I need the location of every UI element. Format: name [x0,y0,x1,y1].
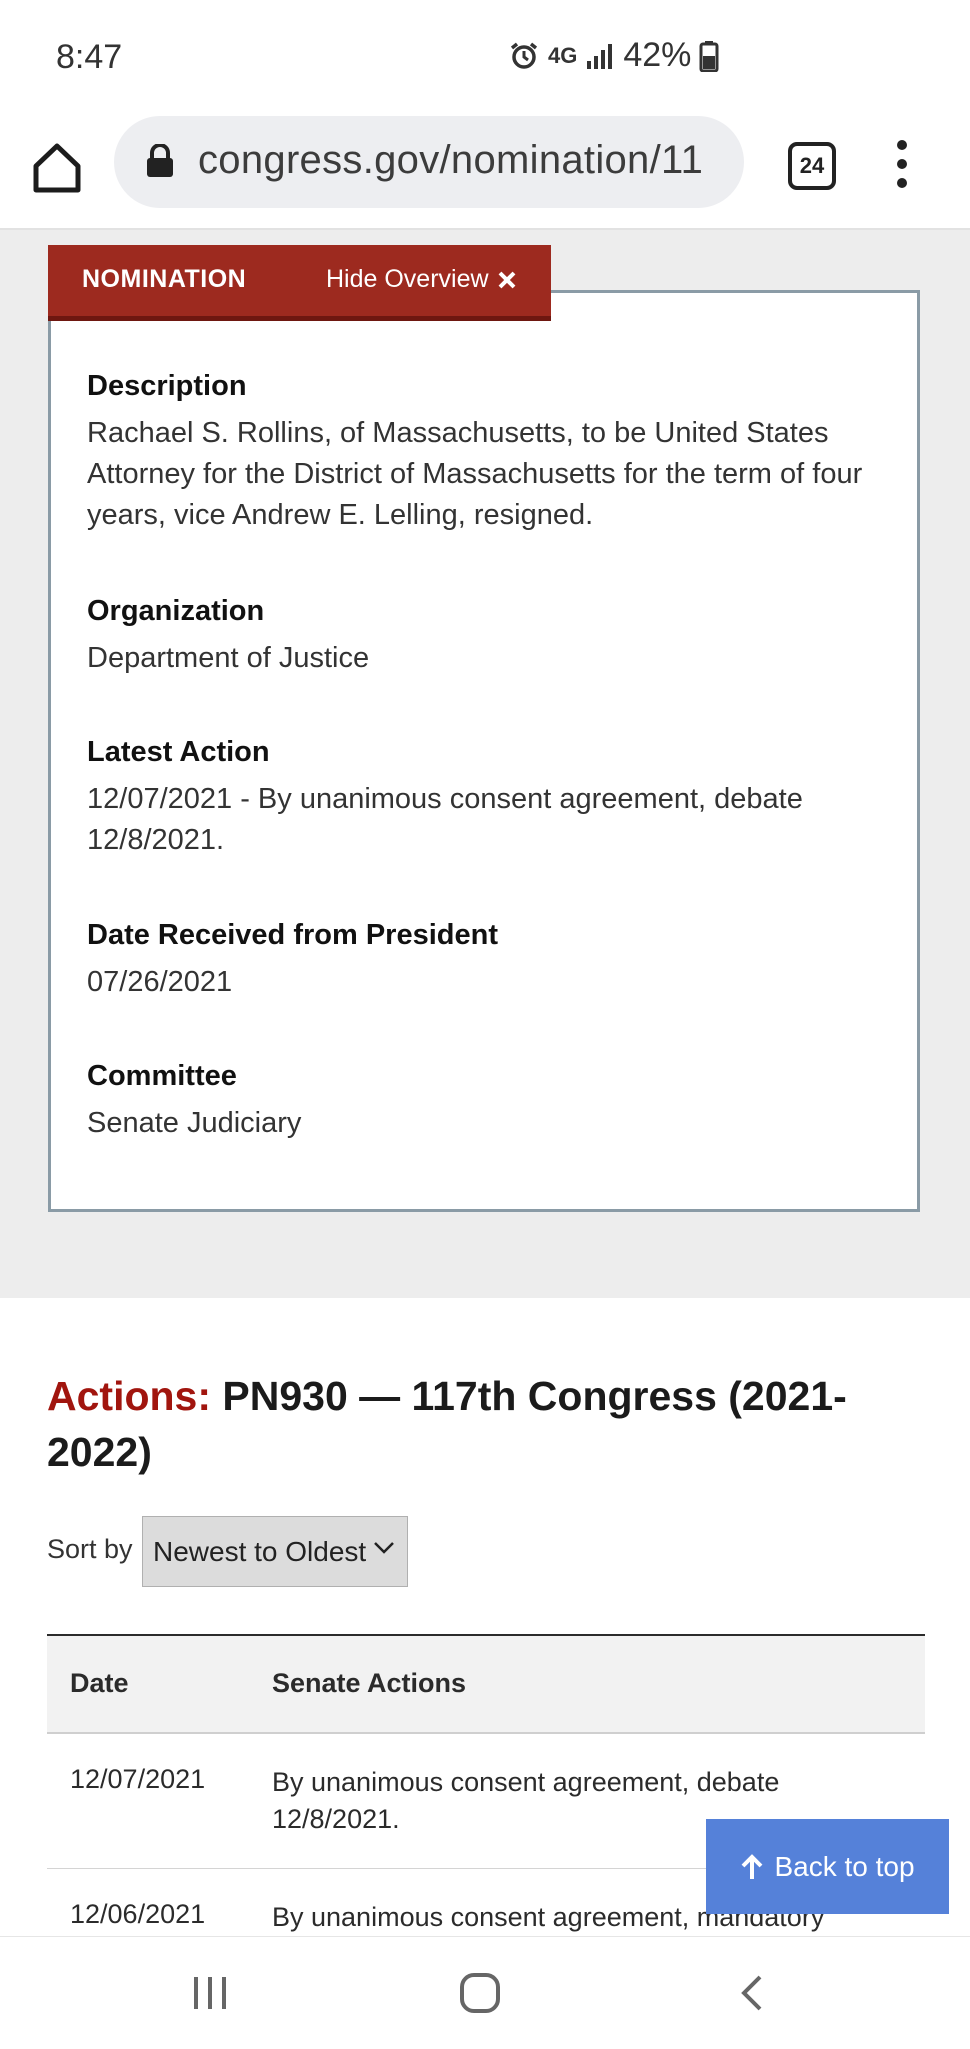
signal-icon [587,43,613,69]
home-icon[interactable] [30,140,84,194]
field-value: 12/07/2021 - By unanimous consent agreem… [87,783,803,856]
battery-icon [699,40,719,72]
address-bar[interactable]: congress.gov/nomination/11 [114,116,744,208]
sort-select[interactable]: Newest to Oldest [142,1516,408,1587]
back-to-top-label: Back to top [774,1850,915,1882]
column-header-senate-actions: Senate Actions [272,1668,467,1698]
lock-icon [147,144,173,177]
actions-heading-accent: Actions: [47,1373,211,1419]
field-value: Rachael S. Rollins, of Massachusetts, to… [87,417,863,531]
url-text: congress.gov/nomination/11 [198,138,704,182]
status-time: 8:47 [56,38,123,76]
actions-heading: Actions: PN930 — 117th Congress (2021-20… [47,1368,927,1480]
table-header: Date Senate Actions [47,1636,925,1734]
date-received-field: Date Received from President 07/26/2021 [87,919,907,1003]
committee-field: Committee Senate Judiciary [87,1060,907,1144]
chevron-down-icon [374,1542,394,1554]
hide-overview-label: Hide Overview [326,265,489,293]
tab-switcher-button[interactable]: 24 [788,142,836,190]
field-label: Latest Action [87,736,270,768]
field-value: Senate Judiciary [87,1107,302,1139]
nomination-label: NOMINATION [82,265,247,293]
field-label: Description [87,370,247,402]
hide-overview-button[interactable]: Hide Overview [326,265,517,294]
arrow-up-icon [742,1853,763,1879]
system-navigation-bar [0,1936,970,2049]
close-icon [498,271,515,288]
status-icons: 4G 42% [508,36,719,75]
back-to-top-button[interactable]: Back to top [706,1819,949,1914]
sort-label: Sort by [47,1534,133,1564]
row-date: 12/06/2021 [70,1899,206,1929]
description-field: Description Rachael S. Rollins, of Massa… [87,370,907,536]
organization-field: Organization Department of Justice [87,595,907,679]
field-value: Department of Justice [87,642,370,674]
nomination-tab-header: NOMINATION Hide Overview [48,245,551,321]
network-type: 4G [548,42,578,68]
recent-apps-icon[interactable] [190,1975,230,2011]
field-value: 07/26/2021 [87,966,233,998]
column-header-date: Date [70,1668,129,1698]
row-date: 12/07/2021 [70,1764,206,1794]
back-icon[interactable] [738,1973,766,2013]
status-bar: 8:47 4G 42% [0,0,970,112]
battery-percent: 42% [623,36,692,74]
alarm-icon [510,42,538,69]
field-label: Date Received from President [87,919,498,951]
overflow-menu-icon[interactable] [890,140,914,196]
field-label: Organization [87,595,265,627]
latest-action-field: Latest Action 12/07/2021 - By unanimous … [87,736,907,861]
field-label: Committee [87,1060,237,1092]
home-nav-icon[interactable] [458,1971,502,2015]
sort-select-value: Newest to Oldest [153,1536,367,1567]
browser-toolbar: congress.gov/nomination/11 24 [0,112,970,230]
